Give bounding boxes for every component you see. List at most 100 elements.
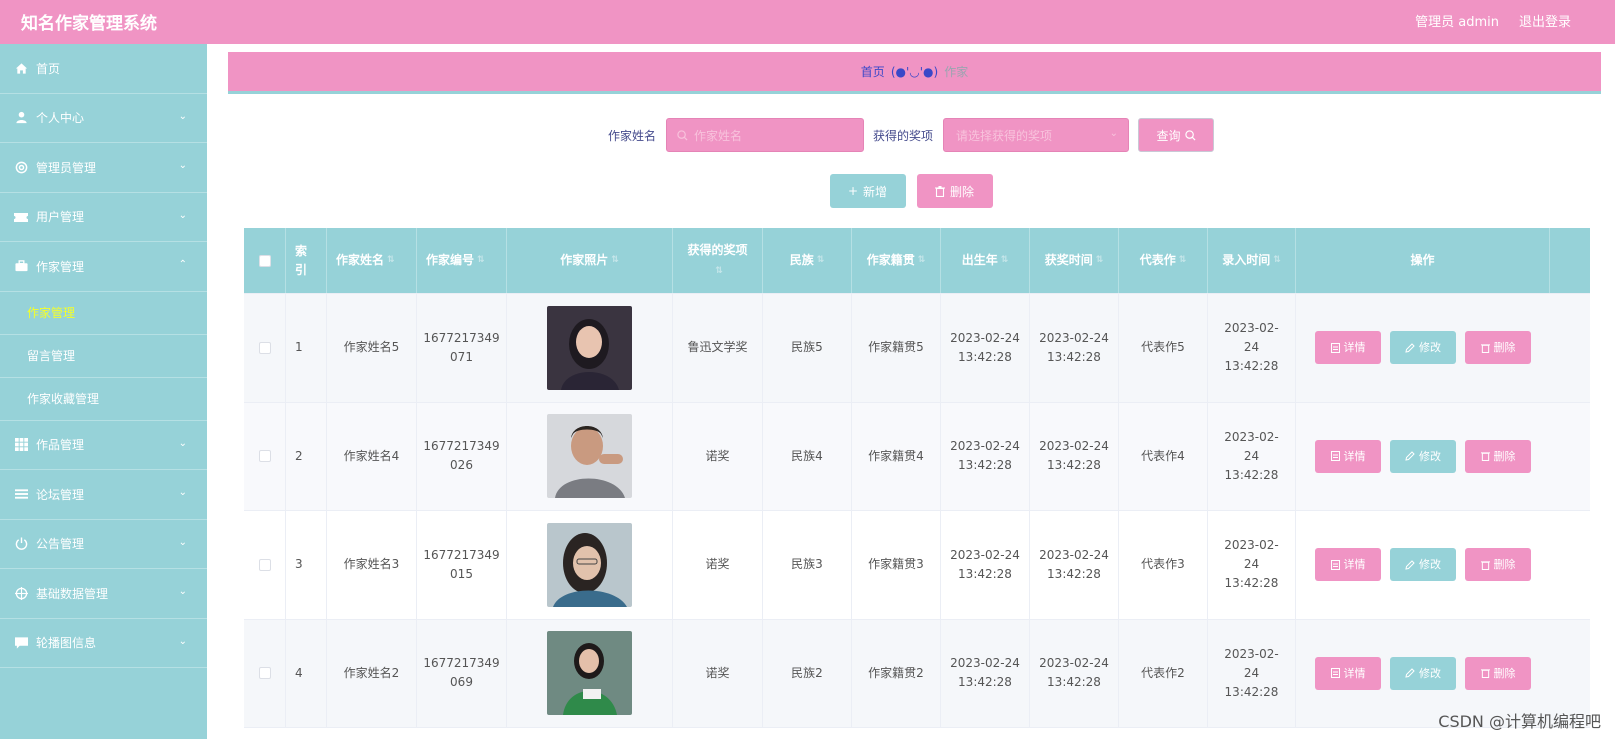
sidebar-item-label: 作家管理: [36, 259, 85, 274]
pencil-icon: [1405, 343, 1415, 353]
writer-photo: [547, 305, 632, 390]
sort-icon[interactable]: ⇅: [477, 251, 485, 270]
cell-award-time: 2023-02-24 13:42:28: [1030, 402, 1119, 510]
header-code[interactable]: 作家编号 ⇅: [417, 228, 507, 293]
detail-button[interactable]: 详情: [1315, 656, 1381, 690]
row-select-cell: [244, 402, 286, 510]
edit-button[interactable]: 修改: [1390, 439, 1456, 473]
sort-icon[interactable]: ⇅: [1001, 251, 1009, 270]
cell-actions: 详情 修改 删除: [1296, 403, 1550, 511]
header-work[interactable]: 代表作 ⇅: [1119, 228, 1208, 293]
header-entry-time[interactable]: 录入时间 ⇅: [1208, 228, 1296, 293]
detail-button[interactable]: 详情: [1315, 331, 1381, 365]
cell-birth: 2023-02-24 13:42:28: [941, 402, 1030, 510]
document-icon: [1330, 559, 1340, 570]
cell-entry-time: 2023-02-24 13:42:28: [1208, 294, 1296, 402]
cell-code: 1677217349 069: [417, 619, 507, 727]
detail-button[interactable]: 详情: [1315, 439, 1381, 473]
header-award[interactable]: 获得的奖项 ⇅: [673, 228, 763, 293]
sidebar-item-carousel[interactable]: 轮播图信息 ⌄: [0, 619, 207, 668]
sidebar-item-users[interactable]: 用户管理 ⌄: [0, 193, 207, 242]
cell-ethnic: 民族2: [763, 619, 852, 727]
writer-photo: [547, 522, 632, 607]
sidebar-item-home[interactable]: 首页: [0, 44, 207, 94]
name-search-input[interactable]: 作家姓名: [666, 118, 864, 152]
sidebar: 首页 个人中心 ⌄ 管理员管理 ⌄ 用户管理 ⌄ 作家管理 ⌃ 作家管理 留言管…: [0, 44, 207, 739]
edit-button[interactable]: 修改: [1390, 331, 1456, 365]
row-checkbox[interactable]: [258, 667, 271, 680]
sidebar-item-notice[interactable]: 公告管理 ⌄: [0, 520, 207, 569]
cell-ethnic: 民族5: [763, 294, 852, 402]
sidebar-subitem-message-manage[interactable]: 留言管理: [0, 335, 207, 378]
sidebar-subitem-writer-manage[interactable]: 作家管理: [0, 292, 207, 335]
delete-button[interactable]: 删除: [1465, 656, 1531, 690]
header-birth[interactable]: 出生年 ⇅: [941, 228, 1030, 293]
cell-photo: [507, 511, 673, 619]
cell-work: 代表作3: [1119, 511, 1208, 619]
cell-photo: [507, 294, 673, 402]
sidebar-item-personal[interactable]: 个人中心 ⌄: [0, 94, 207, 143]
sidebar-item-admin[interactable]: 管理员管理 ⌄: [0, 143, 207, 193]
sidebar-item-label: 基础数据管理: [36, 586, 109, 601]
sort-icon[interactable]: ⇅: [1096, 251, 1104, 270]
home-icon: [14, 61, 28, 75]
document-icon: [1330, 451, 1340, 462]
header-origin[interactable]: 作家籍贯 ⇅: [852, 228, 941, 293]
trash-icon: [1480, 344, 1490, 353]
sidebar-subitem-favorite-manage[interactable]: 作家收藏管理: [0, 378, 207, 421]
row-checkbox[interactable]: [258, 341, 271, 354]
edit-button[interactable]: 修改: [1390, 656, 1456, 690]
cell-photo: [507, 619, 673, 727]
sort-icon[interactable]: ⇅: [817, 251, 825, 270]
sidebar-item-forum[interactable]: 论坛管理 ⌄: [0, 470, 207, 520]
sort-icon[interactable]: ⇅: [918, 251, 926, 270]
query-button[interactable]: 查询: [1138, 118, 1215, 152]
cell-entry-time: 2023-02-24 13:42:28: [1208, 619, 1296, 727]
sidebar-item-basedata[interactable]: 基础数据管理 ⌄: [0, 569, 207, 619]
batch-delete-button[interactable]: 删除: [916, 174, 993, 208]
sort-icon[interactable]: ⇅: [1179, 251, 1187, 270]
row-checkbox[interactable]: [258, 558, 271, 571]
trash-icon: [1480, 669, 1490, 679]
header-ethnic[interactable]: 民族 ⇅: [763, 228, 852, 293]
row-select-cell: [244, 619, 286, 727]
delete-button[interactable]: 删除: [1465, 331, 1531, 365]
sort-icon[interactable]: ⇅: [611, 251, 619, 270]
crosshair-icon: [14, 586, 28, 600]
header-actions: 操作: [1296, 228, 1550, 293]
cell-photo: [507, 402, 673, 510]
edit-button[interactable]: 修改: [1390, 548, 1456, 582]
sort-icon[interactable]: ⇅: [387, 251, 395, 270]
detail-button[interactable]: 详情: [1315, 548, 1381, 582]
watermark: CSDN @计算机编程吧: [1438, 712, 1601, 731]
select-all-checkbox[interactable]: [258, 254, 271, 267]
table-row: 3 作家姓名3 1677217349 015 诺奖 民族3 作家籍贯3 2023-…: [244, 511, 1590, 620]
table-header-row: 索引 作家姓名 ⇅ 作家编号 ⇅ 作家照片 ⇅ 获得的奖项 ⇅ 民族 ⇅ 作家籍贯 ⇅ 出生…: [244, 228, 1590, 294]
header-name[interactable]: 作家姓名 ⇅: [327, 228, 417, 293]
cell-work: 代表作2: [1119, 619, 1208, 727]
sidebar-item-writers[interactable]: 作家管理 ⌃: [0, 242, 207, 292]
power-icon: [14, 537, 28, 551]
add-button[interactable]: + 新增: [829, 174, 906, 208]
breadcrumb-home[interactable]: 首页: [861, 63, 885, 80]
logout-button[interactable]: 退出登录: [1519, 11, 1571, 30]
cell-birth: 2023-02-24 13:42:28: [941, 619, 1030, 727]
app-title: 知名作家管理系统: [21, 14, 157, 34]
delete-button[interactable]: 删除: [1465, 439, 1531, 473]
cell-award: 诺奖: [673, 402, 763, 510]
sort-icon[interactable]: ⇅: [715, 266, 723, 276]
cell-award-time: 2023-02-24 13:42:28: [1030, 511, 1119, 619]
row-checkbox[interactable]: [258, 450, 271, 463]
trash-icon: [1480, 561, 1490, 570]
award-select-placeholder: 请选择获得的奖项: [956, 128, 1053, 143]
header-award-time[interactable]: 获奖时间 ⇅: [1030, 228, 1119, 293]
delete-button[interactable]: 删除: [1465, 548, 1531, 582]
cell-award-time: 2023-02-24 13:42:28: [1030, 294, 1119, 402]
plus-icon: +: [847, 184, 859, 198]
top-bar-right: 管理员 admin 退出登录: [1415, 11, 1571, 30]
award-select[interactable]: 请选择获得的奖项 ⌄: [943, 118, 1130, 152]
sort-icon[interactable]: ⇅: [1273, 251, 1281, 270]
sidebar-item-works[interactable]: 作品管理 ⌄: [0, 421, 207, 470]
header-photo[interactable]: 作家照片 ⇅: [507, 228, 673, 293]
sidebar-item-label: 公告管理: [36, 537, 85, 552]
